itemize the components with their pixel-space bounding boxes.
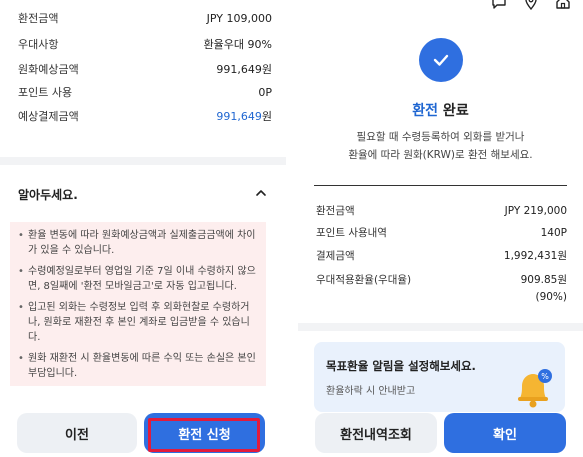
target-rate-alert-card[interactable]: 목표환율 알림을 설정해보세요. 환율하락 시 안내받고 % xyxy=(314,342,565,412)
result-value: JPY 219,000 xyxy=(504,205,567,217)
summary-label: 원화예상금액 xyxy=(18,63,79,76)
summary-value: JPY 109,000 xyxy=(206,11,272,25)
complete-description-line: 환율에 따라 원화(KRW)로 환전 해보세요. xyxy=(348,149,533,161)
alert-subtitle: 환율하락 시 안내받고 xyxy=(326,386,416,397)
complete-title-rest: 완료 xyxy=(438,103,469,119)
success-badge xyxy=(419,38,463,82)
exchange-complete-screen: 환전 완료 필요할 때 수령등록하여 외화를 받거나 환율에 따라 원화(KRW… xyxy=(298,0,583,457)
result-value: 140P xyxy=(540,227,567,239)
svg-text:%: % xyxy=(541,372,549,381)
summary-label: 포인트 사용 xyxy=(18,86,73,99)
result-row-points: 포인트 사용내역 140P xyxy=(316,225,567,242)
notice-item: 수령예정일로부터 영업일 기준 7일 이내 수령하지 않으면, 8일째에 '환전… xyxy=(18,264,258,294)
prev-button[interactable]: 이전 xyxy=(17,413,137,453)
summary-label: 환전금액 xyxy=(18,12,59,25)
notice-item: 입고된 외화는 수령정보 입력 후 외화현찰로 수령하거나, 원화로 재환전 후… xyxy=(18,300,258,345)
result-value: 1,992,431원 xyxy=(503,250,567,262)
summary-value: 환율우대 90% xyxy=(203,38,272,51)
confirm-button[interactable]: 확인 xyxy=(444,413,566,453)
notice-item: 환율 변동에 따라 원화예상금액과 실제출금금액에 차이가 있을 수 있습니다. xyxy=(18,228,258,258)
rate-percent: (90%) xyxy=(535,291,567,303)
exchange-history-button[interactable]: 환전내역조회 xyxy=(315,413,437,453)
summary-row-points: 포인트 사용 0P xyxy=(18,83,272,101)
section-divider xyxy=(0,157,286,165)
expected-payment-number: 991,649 xyxy=(216,110,262,123)
complete-description: 필요할 때 수령등록하여 외화를 받거나 환율에 따라 원화(KRW)로 환전 … xyxy=(298,128,583,164)
summary-row-exchange-amount: 환전금액 JPY 109,000 xyxy=(18,9,272,27)
result-row-rate: 우대적용환율(우대율) 909.85원 (90%) xyxy=(316,272,567,306)
apply-exchange-button[interactable]: 환전 신청 xyxy=(144,413,265,453)
result-label: 환전금액 xyxy=(316,205,355,217)
notice-box: 환율 변동에 따라 원화예상금액과 실제출금금액에 차이가 있을 수 있습니다.… xyxy=(10,222,266,386)
complete-description-line: 필요할 때 수령등록하여 외화를 받거나 xyxy=(356,131,525,143)
result-value: 909.85원 (90%) xyxy=(521,272,567,306)
location-icon[interactable] xyxy=(523,0,539,10)
summary-row-expected-payment: 예상결제금액 991,649원 xyxy=(18,107,272,125)
result-row-exchange-amount: 환전금액 JPY 219,000 xyxy=(316,203,567,220)
notice-title: 알아두세요. xyxy=(18,188,78,202)
summary-value: 991,649원 xyxy=(216,108,272,124)
chat-icon[interactable] xyxy=(491,0,507,10)
summary-value: 991,649원 xyxy=(216,63,272,76)
summary-value: 0P xyxy=(258,85,272,99)
complete-title: 환전 완료 xyxy=(298,100,583,120)
notice-item: 원화 재환전 시 환율변동에 따른 수익 또는 손실은 본인 부담입니다. xyxy=(18,351,258,381)
result-label: 포인트 사용내역 xyxy=(316,227,387,239)
summary-row-krw-estimate: 원화예상금액 991,649원 xyxy=(18,60,272,78)
result-row-payment: 결제금액 1,992,431원 xyxy=(316,248,567,265)
summary-row-preference: 우대사항 환율우대 90% xyxy=(18,35,272,53)
rate-value: 909.85원 xyxy=(520,274,567,286)
exchange-apply-screen: 환전금액 JPY 109,000 우대사항 환율우대 90% 원화예상금액 99… xyxy=(0,0,286,457)
top-icon-bar xyxy=(491,0,571,10)
expected-payment-unit: 원 xyxy=(261,110,272,123)
section-divider xyxy=(298,323,583,331)
summary-label: 우대사항 xyxy=(18,38,59,51)
result-label: 결제금액 xyxy=(316,250,355,262)
complete-title-accent: 환전 xyxy=(412,103,439,119)
summary-label: 예상결제금액 xyxy=(18,110,79,123)
chevron-up-icon[interactable] xyxy=(254,186,268,200)
home-icon[interactable] xyxy=(555,0,571,10)
bell-icon: % xyxy=(518,369,552,408)
alert-title: 목표환율 알림을 설정해보세요. xyxy=(326,359,476,373)
result-divider xyxy=(314,185,567,186)
check-icon xyxy=(433,54,449,66)
result-label: 우대적용환율(우대율) xyxy=(316,274,412,286)
